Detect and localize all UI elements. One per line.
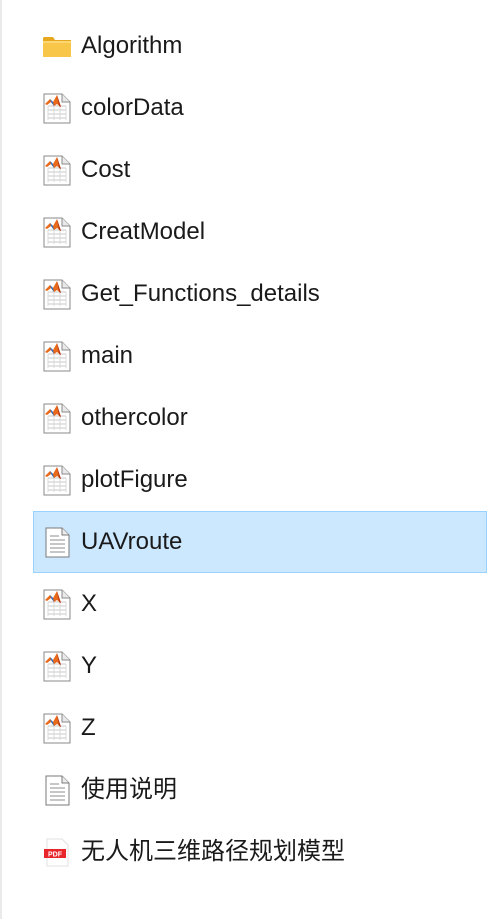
- matlab-file-icon: [42, 588, 72, 620]
- file-row-othercolor[interactable]: othercolor: [33, 387, 487, 449]
- file-name: UAVroute: [81, 528, 183, 555]
- file-name: CreatModel: [81, 218, 206, 245]
- file-name: X: [81, 590, 98, 617]
- file-row-uav-model-pdf[interactable]: PDF 无人机三维路径规划模型: [33, 821, 487, 883]
- file-name: colorData: [81, 94, 184, 121]
- file-name: othercolor: [81, 404, 188, 431]
- file-name: plotFigure: [81, 466, 188, 493]
- matlab-file-icon: [42, 278, 72, 310]
- folder-icon: [42, 30, 72, 62]
- file-row-colordata[interactable]: colorData: [33, 77, 487, 139]
- text-file-icon: [42, 526, 72, 558]
- file-name: 使用说明: [81, 776, 177, 803]
- file-name: main: [81, 342, 134, 369]
- matlab-file-icon: [42, 712, 72, 744]
- file-list: Algorithm colorData Cost CreatModel Get_…: [0, 15, 487, 883]
- matlab-file-icon: [42, 464, 72, 496]
- file-row-x[interactable]: X: [33, 573, 487, 635]
- matlab-file-icon: [42, 402, 72, 434]
- pdf-file-icon: PDF: [42, 836, 72, 868]
- matlab-file-icon: [42, 216, 72, 248]
- file-name: Get_Functions_details: [81, 280, 320, 307]
- svg-text:PDF: PDF: [48, 852, 63, 859]
- matlab-file-icon: [42, 154, 72, 186]
- file-row-instructions[interactable]: 使用说明: [33, 759, 487, 821]
- file-name: Y: [81, 652, 98, 679]
- matlab-file-icon: [42, 340, 72, 372]
- matlab-file-icon: [42, 650, 72, 682]
- file-row-algorithm[interactable]: Algorithm: [33, 15, 487, 77]
- file-row-y[interactable]: Y: [33, 635, 487, 697]
- file-name: Cost: [81, 156, 131, 183]
- file-row-creatmodel[interactable]: CreatModel: [33, 201, 487, 263]
- file-name: Algorithm: [81, 32, 183, 59]
- matlab-file-icon: [42, 92, 72, 124]
- file-row-cost[interactable]: Cost: [33, 139, 487, 201]
- file-row-get-functions-details[interactable]: Get_Functions_details: [33, 263, 487, 325]
- file-name: Z: [81, 714, 96, 741]
- file-row-main[interactable]: main: [33, 325, 487, 387]
- file-row-z[interactable]: Z: [33, 697, 487, 759]
- file-name: 无人机三维路径规划模型: [81, 838, 345, 865]
- text-file-icon: [42, 774, 72, 806]
- file-row-plotfigure[interactable]: plotFigure: [33, 449, 487, 511]
- file-row-uavroute[interactable]: UAVroute: [33, 511, 487, 573]
